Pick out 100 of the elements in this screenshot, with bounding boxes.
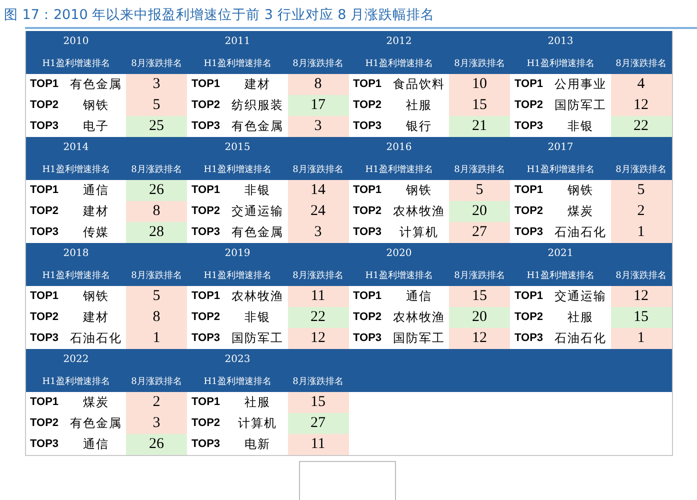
rank-cell: 27 xyxy=(288,413,348,434)
rank-cell: 24 xyxy=(288,201,348,222)
rank-cell: 12 xyxy=(610,95,672,116)
rank-label: TOP3 xyxy=(190,437,222,452)
rank-cell: 2 xyxy=(610,201,672,222)
rank-cell: 26 xyxy=(126,180,187,201)
industry-cell-text: 非银 xyxy=(244,309,272,326)
rank-label: TOP3 xyxy=(29,437,60,452)
column-heading: H1盈利增速排名 xyxy=(202,270,272,282)
rank-label: TOP2 xyxy=(514,98,544,113)
column-heading: 8月涨跌排名 xyxy=(614,270,668,282)
year-heading: 2023 xyxy=(224,353,252,367)
column-heading: 8月涨跌排名 xyxy=(453,58,506,70)
industry-cell-text: 石油石化 xyxy=(554,224,608,241)
rank-cell: 5 xyxy=(610,180,672,201)
rank-label: TOP3 xyxy=(352,119,383,134)
year-heading: 2013 xyxy=(546,35,574,49)
industry-cell-text: 煤炭 xyxy=(82,394,110,411)
column-heading: H1盈利增速排名 xyxy=(41,164,111,176)
column-heading: 8月涨跌排名 xyxy=(614,58,668,70)
column-heading: H1盈利增速排名 xyxy=(364,270,434,282)
rank-cell: 15 xyxy=(288,392,348,413)
column-heading: H1盈利增速排名 xyxy=(364,164,434,176)
industry-cell-text: 银行 xyxy=(405,118,433,135)
industry-cell-text: 计算机 xyxy=(237,415,278,432)
rank-cell: 12 xyxy=(449,328,510,349)
column-heading: 8月涨跌排名 xyxy=(453,270,506,282)
rank-label: TOP2 xyxy=(514,310,544,325)
rank-cell: 3 xyxy=(126,413,187,434)
rank-cell: 28 xyxy=(126,222,187,243)
industry-cell-text: 钢铁 xyxy=(566,182,594,199)
rank-label: TOP1 xyxy=(190,183,222,198)
year-heading: 2015 xyxy=(224,141,252,155)
industry-cell-text: 有色金属 xyxy=(230,224,284,241)
industry-cell-text: 公用事业 xyxy=(554,76,608,93)
rank-cell: 5 xyxy=(126,286,187,307)
rank-label: TOP2 xyxy=(352,310,383,325)
rank-cell: 5 xyxy=(449,180,510,201)
column-heading: H1盈利增速排名 xyxy=(526,164,596,176)
year-heading: 2018 xyxy=(62,247,90,261)
industry-cell-text: 石油石化 xyxy=(554,330,608,347)
rank-cell: 1 xyxy=(610,222,672,243)
rank-label: TOP1 xyxy=(514,77,544,92)
rank-cell: 27 xyxy=(449,222,510,243)
rank-cell: 22 xyxy=(288,307,348,328)
rank-label: TOP1 xyxy=(29,395,60,410)
rank-cell: 26 xyxy=(126,434,187,455)
year-heading: 2020 xyxy=(385,247,413,261)
column-heading: H1盈利增速排名 xyxy=(41,376,111,388)
rank-cell: 25 xyxy=(126,116,187,137)
industry-cell-text: 煤炭 xyxy=(566,203,594,220)
industry-cell-text: 钢铁 xyxy=(82,97,110,114)
rank-label: TOP2 xyxy=(29,310,60,325)
industry-cell-text: 有色金属 xyxy=(69,415,123,432)
column-heading: 8月涨跌排名 xyxy=(130,376,183,388)
column-heading: 8月涨跌排名 xyxy=(130,270,183,282)
rank-cell: 11 xyxy=(288,286,348,307)
rank-label: TOP2 xyxy=(190,416,222,431)
rank-label: TOP3 xyxy=(352,331,383,346)
industry-cell-text: 建材 xyxy=(82,203,110,220)
rank-label: TOP3 xyxy=(29,331,60,346)
rank-cell: 3 xyxy=(126,74,187,95)
industry-cell-text: 社服 xyxy=(405,97,433,114)
column-heading: H1盈利增速排名 xyxy=(526,270,596,282)
rank-cell: 10 xyxy=(449,74,510,95)
rank-label: TOP2 xyxy=(190,204,222,219)
industry-cell-text: 计算机 xyxy=(398,224,440,241)
year-heading: 2017 xyxy=(546,141,574,155)
rank-label: TOP1 xyxy=(514,289,544,304)
rank-label: TOP3 xyxy=(190,119,222,134)
rank-label: TOP3 xyxy=(514,331,544,346)
year-heading: 2014 xyxy=(62,141,90,155)
column-heading: 8月涨跌排名 xyxy=(614,164,668,176)
rank-cell: 1 xyxy=(610,328,672,349)
column-heading: 8月涨跌排名 xyxy=(453,164,506,176)
rank-cell: 15 xyxy=(610,307,672,328)
industry-cell-text: 有色金属 xyxy=(69,76,123,93)
industry-cell-text: 交通运输 xyxy=(230,203,284,220)
industry-cell-text: 农林牧渔 xyxy=(392,203,446,220)
industry-cell-text: 农林牧渔 xyxy=(392,309,446,326)
industry-cell-text: 国防军工 xyxy=(554,97,608,114)
rank-label: TOP3 xyxy=(352,225,383,240)
column-heading: H1盈利增速排名 xyxy=(41,270,111,282)
rank-cell: 15 xyxy=(449,95,510,116)
rank-label: TOP2 xyxy=(29,416,60,431)
industry-cell-text: 有色金属 xyxy=(230,118,284,135)
year-heading: 2019 xyxy=(224,247,252,261)
rank-label: TOP2 xyxy=(352,204,383,219)
column-heading: H1盈利增速排名 xyxy=(41,58,111,70)
rank-cell: 2 xyxy=(126,392,187,413)
rank-cell: 8 xyxy=(126,201,187,222)
rank-label: TOP1 xyxy=(29,289,60,304)
column-heading: H1盈利增速排名 xyxy=(364,58,434,70)
industry-cell-text: 石油石化 xyxy=(69,330,123,347)
industry-cell-text: 纺织服装 xyxy=(230,97,284,114)
rank-label: TOP2 xyxy=(352,98,383,113)
column-heading: H1盈利增速排名 xyxy=(202,164,272,176)
column-heading: H1盈利增速排名 xyxy=(202,58,272,70)
rank-label: TOP3 xyxy=(190,225,222,240)
rank-label: TOP3 xyxy=(514,225,544,240)
